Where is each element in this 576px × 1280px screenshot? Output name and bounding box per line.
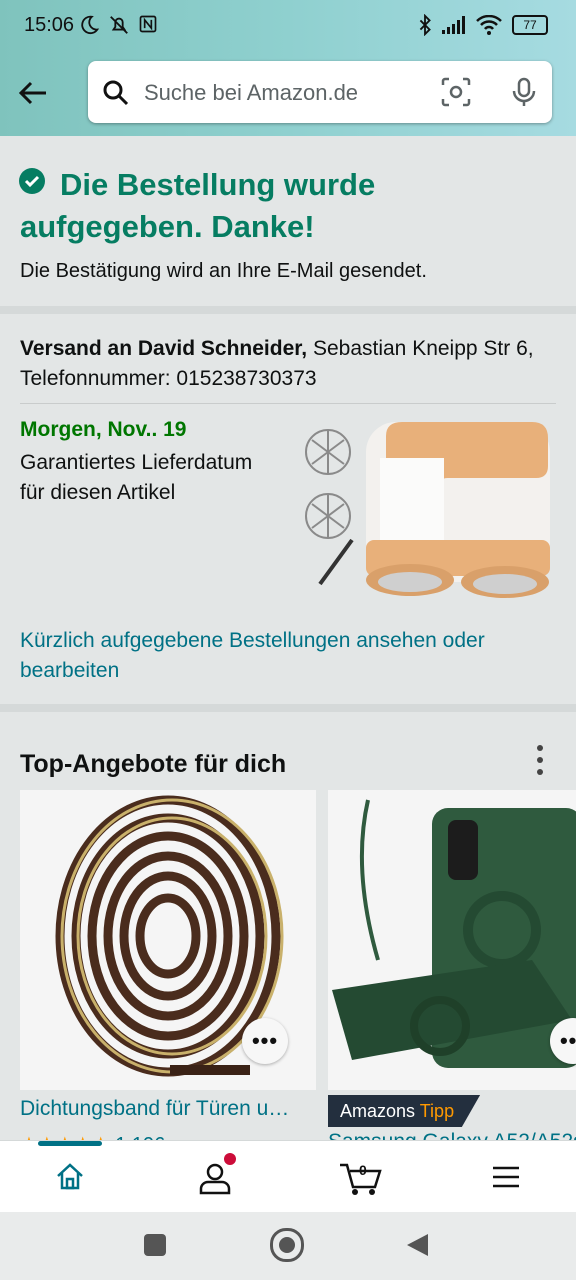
back-button[interactable] <box>404 1232 430 1258</box>
deals-title: Top-Angebote für dich <box>20 750 287 778</box>
moon-icon <box>81 15 100 35</box>
home-button[interactable] <box>270 1228 304 1262</box>
notification-dot <box>224 1153 236 1165</box>
back-arrow-icon[interactable] <box>16 76 50 110</box>
account-tab[interactable] <box>198 1153 236 1200</box>
order-confirmation: Die Bestellung wurde aufgegeben. Danke! … <box>0 136 576 308</box>
delivery-note: Garantiertes Lieferdatum für diesen Arti… <box>20 451 253 504</box>
deal-tile[interactable]: ••• <box>328 790 576 1090</box>
wifi-icon <box>476 15 502 35</box>
recents-button[interactable] <box>144 1234 166 1256</box>
battery-level: 77 <box>523 18 537 32</box>
product-image[interactable] <box>300 416 556 600</box>
divider <box>0 306 576 314</box>
system-navigation <box>0 1212 576 1280</box>
bluetooth-icon <box>419 14 431 36</box>
home-icon[interactable] <box>54 1161 86 1193</box>
clock: 15:06 <box>24 14 75 36</box>
more-vertical-icon[interactable] <box>528 742 552 778</box>
mute-icon <box>110 16 128 34</box>
amazons-choice-badge: Amazons Tipp <box>328 1095 481 1127</box>
signal-icon <box>442 16 465 34</box>
user-icon <box>199 1163 231 1195</box>
search-icon <box>103 80 129 106</box>
cart-icon[interactable]: 0 <box>338 1157 382 1197</box>
battery-icon: 77 <box>512 15 548 35</box>
recent-orders-link[interactable]: Kürzlich aufgegebene Bestellungen ansehe… <box>20 626 550 686</box>
product-title[interactable]: Dichtungsband für Türen u… <box>20 1097 310 1121</box>
search-placeholder: Suche bei Amazon.de <box>144 80 359 105</box>
divider <box>0 704 576 712</box>
confirmation-subtitle: Die Bestätigung wird an Ihre E-Mail gese… <box>20 260 427 282</box>
active-tab-indicator <box>38 1141 102 1146</box>
menu-icon[interactable] <box>490 1161 522 1193</box>
more-options-button[interactable]: ••• <box>242 1018 288 1064</box>
camera-scan-icon[interactable] <box>440 76 472 108</box>
bottom-navigation: 0 <box>0 1140 576 1213</box>
separator <box>20 403 556 404</box>
delivery-date: Morgen, Nov.. 19 <box>20 418 187 441</box>
microphone-icon[interactable] <box>508 76 540 108</box>
nfc-icon <box>139 15 157 33</box>
shipping-address: Versand an David Schneider, Sebastian Kn… <box>20 337 534 390</box>
confirmation-title: Die Bestellung wurde aufgegeben. Danke! <box>20 167 376 244</box>
svg-text:0: 0 <box>359 1162 367 1178</box>
search-bar[interactable]: Suche bei Amazon.de <box>88 61 552 123</box>
deal-tile[interactable]: ••• <box>20 790 316 1090</box>
header: Suche bei Amazon.de <box>0 58 576 136</box>
product-image <box>328 790 576 1090</box>
status-bar: 15:06 77 <box>0 0 576 58</box>
